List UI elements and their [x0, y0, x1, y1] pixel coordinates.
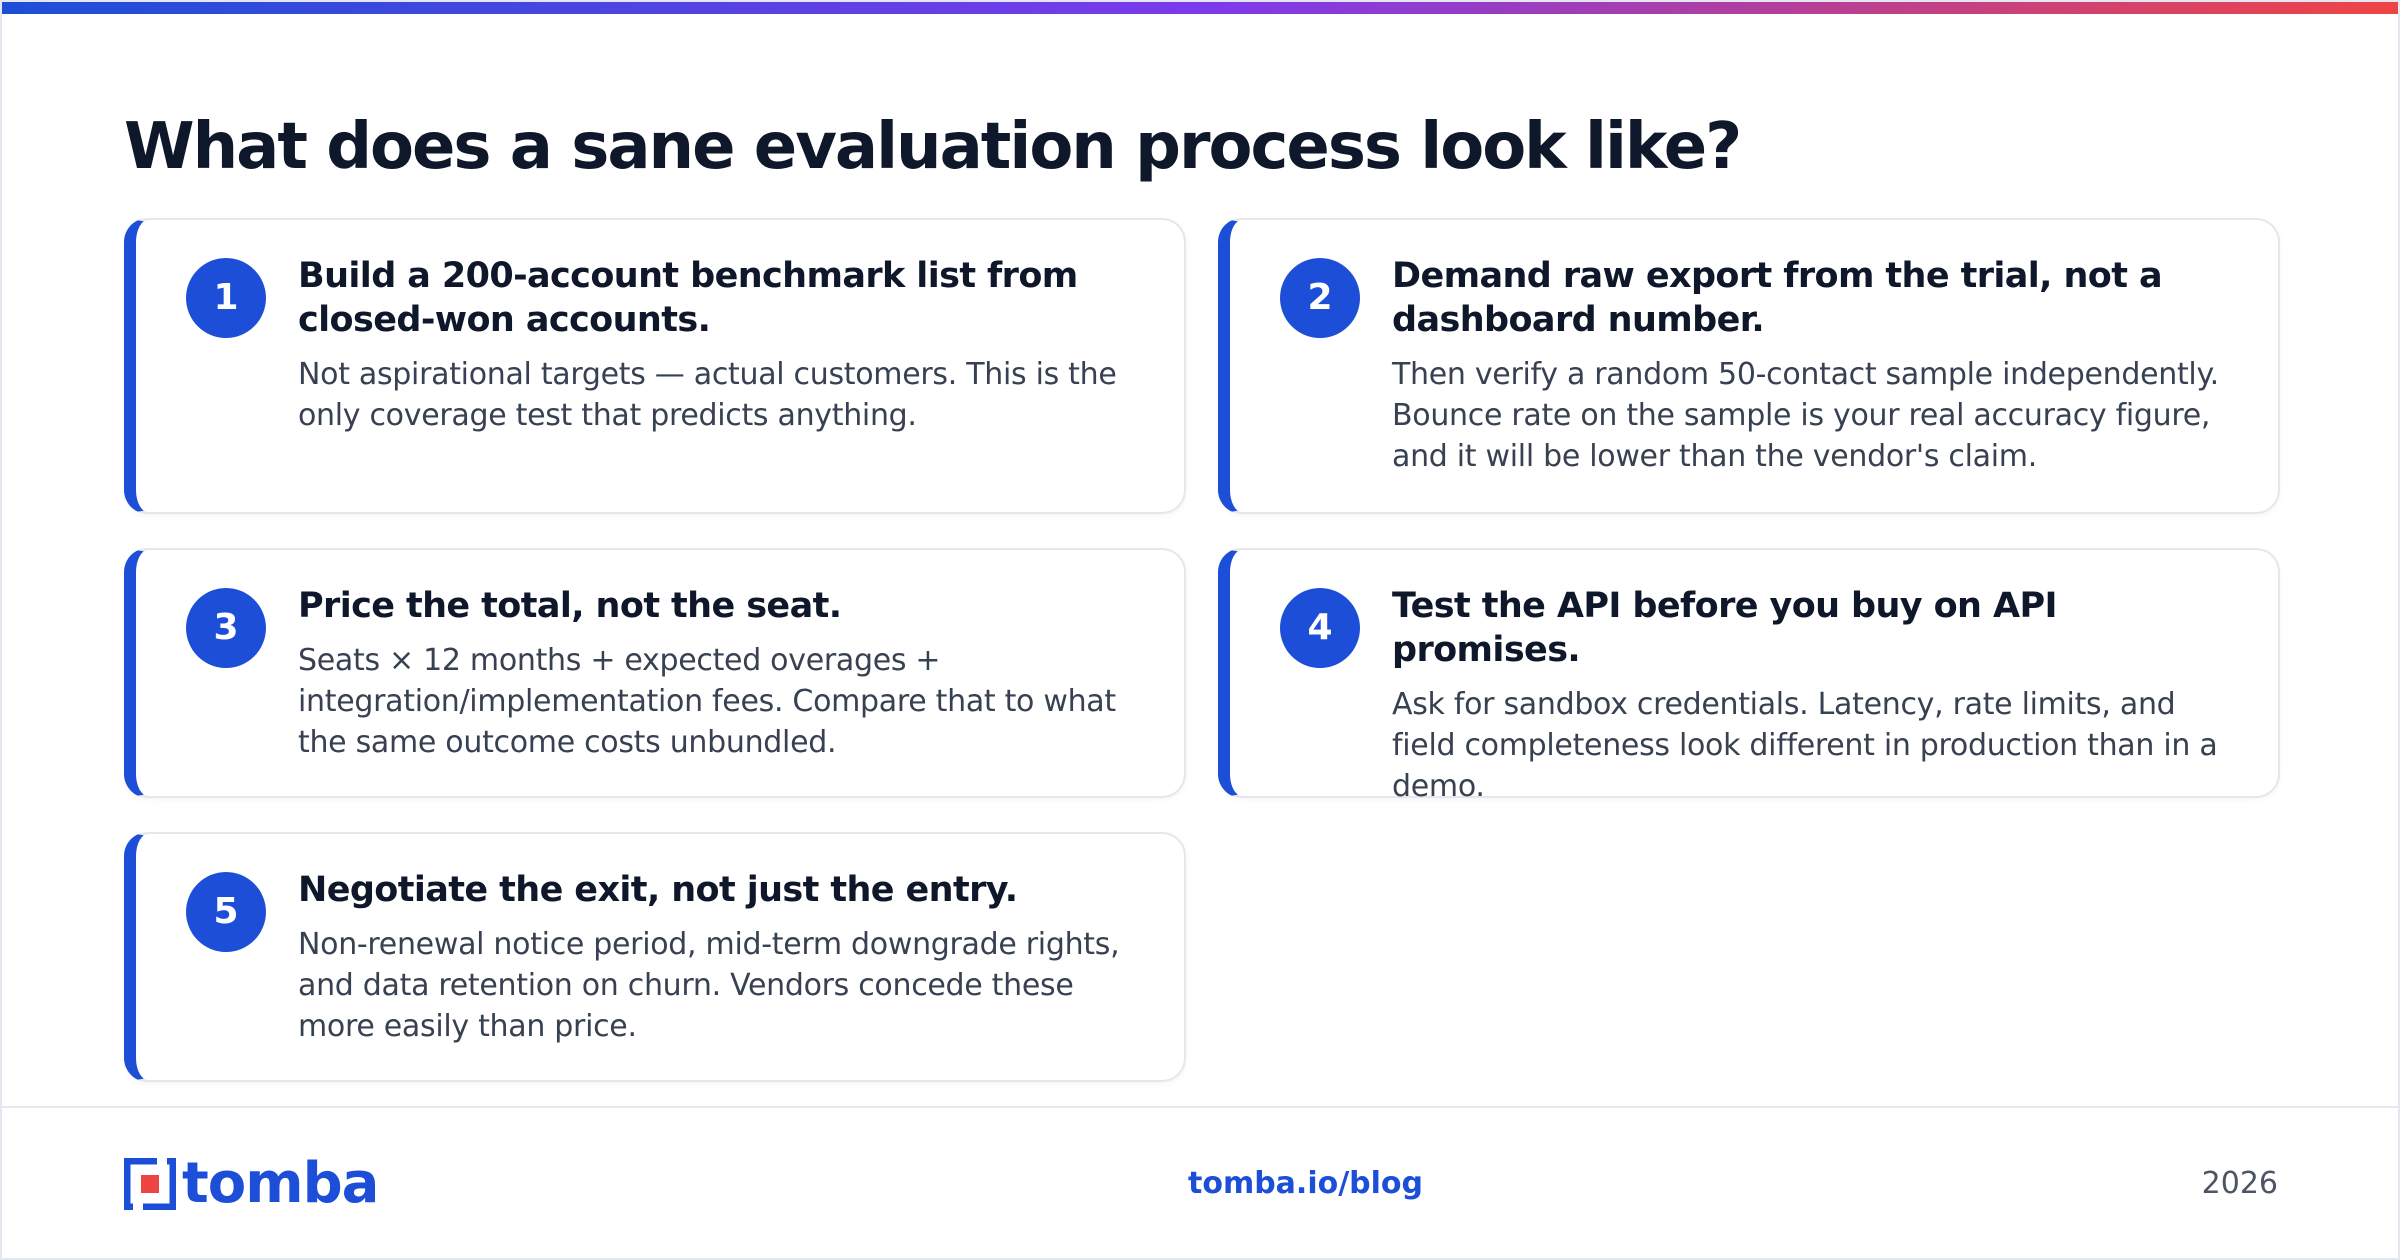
page-title: What does a sane evaluation process look…	[124, 110, 1742, 184]
step-card-4: 4 Test the API before you buy on API pro…	[1218, 548, 2280, 804]
blog-link[interactable]: tomba.io/blog	[1188, 1166, 1423, 1201]
step-card-3: 3 Price the total, not the seat. Seats ×…	[124, 548, 1186, 798]
step-number-badge: 1	[186, 258, 266, 338]
step-title: Build a 200-account benchmark list from …	[298, 256, 1078, 340]
step-description: Not aspirational targets — actual custom…	[298, 357, 1117, 433]
gradient-top-bar	[2, 2, 2398, 14]
step-number-badge: 2	[1280, 258, 1360, 338]
step-card-5: 5 Negotiate the exit, not just the entry…	[124, 832, 1186, 1082]
step-title: Negotiate the exit, not just the entry.	[298, 870, 1018, 910]
step-description: Non-renewal notice period, mid-term down…	[298, 927, 1120, 1044]
step-content: Negotiate the exit, not just the entry. …	[298, 868, 1144, 1047]
step-title: Test the API before you buy on API promi…	[1392, 586, 2058, 670]
footer-year: 2026	[2201, 1166, 2278, 1201]
step-title: Demand raw export from the trial, not a …	[1392, 256, 2163, 340]
step-content: Demand raw export from the trial, not a …	[1392, 254, 2238, 477]
step-number-badge: 4	[1280, 588, 1360, 668]
footer-divider	[2, 1106, 2398, 1108]
step-card-1: 1 Build a 200-account benchmark list fro…	[124, 218, 1186, 514]
step-number-badge: 5	[186, 872, 266, 952]
step-content: Price the total, not the seat. Seats × 1…	[298, 584, 1144, 763]
step-number-badge: 3	[186, 588, 266, 668]
tomba-logo[interactable]: tomba	[124, 1151, 379, 1216]
logo-wordmark: tomba	[182, 1151, 379, 1216]
step-description: Ask for sandbox credentials. Latency, ra…	[1392, 687, 2218, 804]
step-content: Build a 200-account benchmark list from …	[298, 254, 1144, 436]
tomba-logo-icon	[124, 1158, 176, 1210]
slide: What does a sane evaluation process look…	[0, 0, 2400, 1260]
step-description: Seats × 12 months + expected overages + …	[298, 643, 1116, 760]
step-content: Test the API before you buy on API promi…	[1392, 584, 2238, 807]
step-description: Then verify a random 50-contact sample i…	[1392, 357, 2219, 474]
step-card-2: 2 Demand raw export from the trial, not …	[1218, 218, 2280, 514]
step-title: Price the total, not the seat.	[298, 586, 842, 626]
